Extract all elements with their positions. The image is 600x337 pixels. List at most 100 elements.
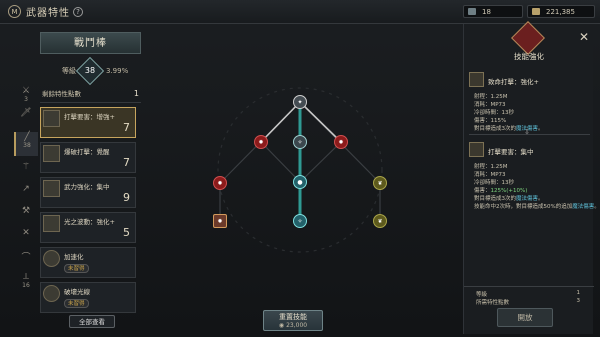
weapon-staff-tab[interactable]: ╱ 38 bbox=[14, 132, 38, 156]
trait-level: 7 bbox=[123, 121, 130, 134]
weapon-axe-tab[interactable]: ⚒ bbox=[14, 206, 38, 226]
desc-text: 對目標造成3次的 bbox=[474, 126, 516, 132]
reset-cost-value: 23,000 bbox=[286, 322, 308, 329]
skill-node[interactable]: ✧ bbox=[293, 214, 307, 228]
detail-header: 技能強化 bbox=[464, 21, 594, 68]
weapon-count: 38 bbox=[23, 142, 31, 149]
spear-icon: ↗ bbox=[22, 184, 30, 194]
skill-detail-panel: 技能強化 ✕ 致命打擊：強化+ 射程：1.25M 消耗：MP73 冷卻時間：13… bbox=[463, 21, 600, 334]
skill-node[interactable]: ✹ bbox=[213, 214, 227, 228]
trait-name: 加速化 bbox=[64, 253, 84, 261]
trait-name: 武力強化：集中 bbox=[64, 183, 110, 191]
gold-icon bbox=[532, 8, 540, 15]
divider bbox=[40, 102, 141, 103]
help-icon[interactable]: ? bbox=[73, 6, 83, 17]
level-row: 等級 38 3.99% bbox=[40, 56, 141, 86]
remaining-points-row: 剩餘特性點數 1 bbox=[40, 87, 141, 99]
view-all-button[interactable]: 全部查看 bbox=[69, 315, 115, 328]
weapon-dagger-tab[interactable]: 🗡 bbox=[14, 108, 38, 128]
skill-cost: 消耗：MP73 bbox=[474, 172, 506, 178]
weapon-bow-tab[interactable]: ⌒ bbox=[14, 250, 38, 270]
skill-next: 打擊要害：集中 射程：1.25M 消耗：MP73 冷卻時間：13秒 傷害：125… bbox=[469, 142, 600, 232]
staff-icon: ╱ bbox=[24, 132, 30, 142]
skill-node[interactable]: ❦ bbox=[373, 214, 387, 228]
skill-node[interactable]: ✹ bbox=[334, 135, 348, 149]
sword-icon: ⚔ bbox=[21, 86, 31, 96]
trait-icon bbox=[43, 250, 60, 267]
menu-icon[interactable]: M bbox=[8, 5, 21, 18]
trait-level: 7 bbox=[123, 156, 130, 169]
arrow-down-icon: ⇩ bbox=[524, 128, 530, 136]
weapon-name: 戰鬥棒 bbox=[40, 32, 141, 54]
unlearned-badge: 未習得 bbox=[64, 264, 89, 273]
unlearned-badge: 未習得 bbox=[64, 299, 89, 308]
trait-card[interactable]: 打擊要害：增強+ 7 bbox=[40, 107, 136, 138]
open-button[interactable]: 開放 bbox=[497, 308, 553, 327]
reset-skills-button[interactable]: 重置技能 ◉ 23,000 bbox=[263, 310, 323, 331]
desc-text: 。 bbox=[538, 126, 544, 132]
skill-node[interactable]: ❦ bbox=[373, 176, 387, 190]
level-row-value: 1 bbox=[576, 290, 581, 296]
trait-icon bbox=[43, 145, 60, 162]
orb-icon: ● bbox=[297, 178, 303, 186]
weapon-wand-tab[interactable]: ⚚ bbox=[14, 162, 38, 182]
axe-icon: ⚒ bbox=[21, 206, 31, 216]
coin-icon: ◉ bbox=[278, 322, 285, 329]
trait-icon bbox=[43, 285, 60, 302]
skill-cost: 消耗：MP73 bbox=[474, 102, 506, 108]
gem-icon bbox=[468, 8, 476, 15]
trait-name: 打擊要害：增強+ bbox=[64, 113, 115, 121]
desc-text: 。 bbox=[594, 204, 600, 210]
needed-points-label: 所需特性點數 bbox=[476, 300, 510, 306]
weapon-claw-tab[interactable]: ✕ bbox=[14, 228, 38, 248]
skill-node[interactable]: ✹ bbox=[254, 135, 268, 149]
weapon-spear-tab[interactable]: ↗ bbox=[14, 184, 38, 204]
skill-damage: 傷害：115% bbox=[474, 118, 507, 124]
trait-card[interactable]: 破壞光線 未習得 bbox=[40, 282, 136, 313]
trait-card[interactable]: 爆破打擊：覺醒 7 bbox=[40, 142, 136, 173]
weapon-sword-tab[interactable]: ⚔ 3 bbox=[14, 86, 38, 106]
wand-icon: ⚚ bbox=[21, 162, 31, 172]
crossbow-icon: ⟂ bbox=[22, 272, 29, 282]
level-percent: 3.99% bbox=[106, 67, 129, 75]
level-row-label: 等級 bbox=[476, 292, 488, 298]
trait-card[interactable]: 武力強化：集中 9 bbox=[40, 177, 136, 208]
weapon-panel: 戰鬥棒 等級 38 3.99% 剩餘特性點數 1 打擊要害：增強+ 7 爆破打擊… bbox=[40, 32, 141, 313]
skill-node-root[interactable]: ✦ bbox=[293, 95, 307, 109]
flame-icon: ✹ bbox=[217, 217, 223, 225]
skill-node[interactable]: ✹ bbox=[213, 176, 227, 190]
currency-a: 18 bbox=[463, 5, 523, 18]
flame-icon: ✹ bbox=[258, 138, 264, 146]
skill-emblem-icon bbox=[511, 21, 545, 55]
desc-text: 技能命中2次時，對目標造成50%的追加 bbox=[474, 204, 573, 210]
currency-b-value: 221,385 bbox=[546, 7, 575, 16]
claw-icon: ✕ bbox=[22, 228, 30, 238]
trait-list: 打擊要害：增強+ 7 爆破打擊：覺醒 7 武力強化：集中 9 光之波動：強化+ … bbox=[40, 107, 141, 317]
skill-range: 射程：1.25M bbox=[474, 94, 508, 100]
skill-node[interactable]: ✧ bbox=[293, 135, 307, 149]
skill-node[interactable]: ● bbox=[293, 175, 307, 189]
spark-icon: ✧ bbox=[297, 138, 303, 146]
trait-name: 光之波動：強化+ bbox=[64, 218, 115, 226]
dagger-icon: 🗡 bbox=[20, 108, 32, 118]
skill-cooldown: 冷卻時間：13秒 bbox=[474, 180, 514, 186]
skill-desc: 對目標造成3次的魔法傷害。 bbox=[474, 194, 544, 202]
close-icon[interactable]: ✕ bbox=[579, 30, 589, 44]
weapon-crossbow-tab[interactable]: ⟂ 16 bbox=[14, 272, 38, 296]
weapon-count: 16 bbox=[22, 282, 30, 289]
trait-card[interactable]: 光之波動：強化+ 5 bbox=[40, 212, 136, 243]
star-icon: ✦ bbox=[297, 98, 303, 106]
needed-points-value: 3 bbox=[576, 298, 581, 304]
trait-card[interactable]: 加速化 未習得 bbox=[40, 247, 136, 278]
trait-icon bbox=[43, 180, 60, 197]
spark-icon: ✧ bbox=[297, 217, 303, 225]
skill-desc: 對目標造成3次的魔法傷害。 bbox=[474, 124, 544, 132]
level-label: 等級 bbox=[62, 67, 76, 75]
leaf-icon: ❦ bbox=[377, 179, 383, 187]
trait-level: 5 bbox=[123, 226, 130, 239]
skill-name: 打擊要害：集中 bbox=[488, 148, 534, 156]
skill-cooldown: 冷卻時間：13秒 bbox=[474, 110, 514, 116]
bow-icon: ⌒ bbox=[21, 253, 31, 263]
trait-level: 9 bbox=[123, 191, 130, 204]
reset-cost: ◉ 23,000 bbox=[264, 322, 322, 329]
